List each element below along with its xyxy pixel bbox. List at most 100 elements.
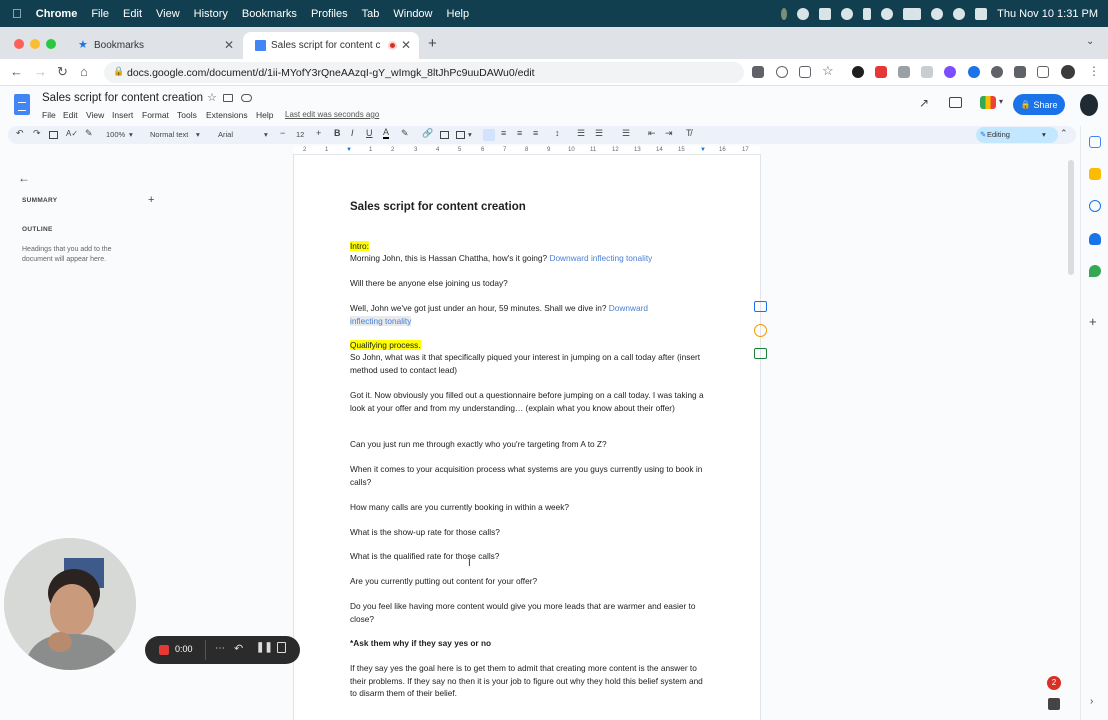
add-comment-icon[interactable] (754, 301, 767, 312)
google-docs-logo-icon[interactable] (14, 94, 30, 115)
underline-icon[interactable]: U (366, 128, 373, 138)
menu-tools[interactable]: Tools (177, 110, 197, 120)
activity-trend-icon[interactable]: ↗ (919, 96, 929, 110)
paragraph[interactable]: Will there be anyone else joining us tod… (350, 277, 710, 290)
pause-icon[interactable]: ❚❚ (256, 642, 273, 653)
contacts-icon[interactable] (1089, 233, 1101, 245)
menubar-bookmarks[interactable]: Bookmarks (242, 8, 297, 20)
tasks-icon[interactable] (1089, 200, 1101, 212)
intro-label[interactable]: Intro: (350, 241, 369, 251)
intro-label-line[interactable]: Intro: (350, 240, 710, 253)
account-avatar[interactable] (1080, 94, 1098, 116)
paragraph[interactable]: *Ask them why if they say yes or no (350, 637, 710, 650)
last-edit-link[interactable]: Last edit was seconds ago (285, 110, 379, 119)
apple-icon[interactable]:  (12, 6, 22, 21)
editing-mode-select[interactable]: ✎ Editing ▾ (976, 127, 1058, 143)
address-bar[interactable]: 🔒 docs.google.com/document/d/1ii-MYofY3r… (104, 62, 744, 83)
document-heading[interactable]: Sales script for content creation (350, 201, 710, 214)
record-icon[interactable] (797, 7, 810, 20)
menu-view[interactable]: View (86, 110, 104, 120)
paragraph-text[interactable]: Well, John we've got just under an hour,… (350, 303, 606, 313)
menubar-edit[interactable]: Edit (123, 8, 142, 20)
reading-list-icon[interactable] (1037, 66, 1049, 78)
close-tab-icon[interactable]: ✕ (224, 38, 234, 52)
code-extension-icon[interactable] (898, 66, 910, 78)
webcam-bubble[interactable] (4, 538, 136, 670)
add-summary-button[interactable]: + (148, 194, 154, 206)
paragraph[interactable]: Got it. Now obviously you filled out a q… (350, 389, 710, 414)
spellcheck-icon[interactable]: A✓ (66, 129, 78, 138)
extension-icon[interactable] (921, 66, 933, 78)
stop-recording-button[interactable] (159, 645, 169, 655)
paragraph-text[interactable]: Morning John, this is Hassan Chattha, ho… (350, 253, 547, 263)
indent-marker-icon[interactable]: ▼ (346, 147, 352, 153)
menu-format[interactable]: Format (142, 110, 169, 120)
document-page[interactable]: Sales script for content creation Intro:… (294, 155, 760, 720)
reload-button[interactable]: ↻ (57, 64, 68, 80)
align-justify-icon[interactable]: ≡ (533, 128, 538, 138)
cloud-status-icon[interactable] (241, 94, 252, 102)
hide-menus-chevron-icon[interactable]: ⌃ (1060, 128, 1068, 139)
italic-icon[interactable]: I (351, 128, 354, 138)
capcut-icon[interactable] (819, 7, 832, 20)
spotlight-search-icon[interactable] (953, 7, 966, 20)
close-outline-arrow-icon[interactable]: ← (18, 171, 30, 185)
redo-icon[interactable]: ↷ (33, 128, 41, 139)
style-chevron-icon[interactable]: ▾ (196, 130, 200, 139)
play-icon[interactable] (881, 7, 894, 20)
document-title[interactable]: Sales script for content creation (42, 92, 203, 104)
font-select[interactable]: Arial (218, 130, 233, 139)
move-folder-icon[interactable] (223, 94, 233, 102)
zoom-chevron-icon[interactable]: ▾ (129, 130, 133, 139)
menubar-view[interactable]: View (156, 8, 180, 20)
menubar-clock[interactable]: Thu Nov 10 1:31 PM (997, 8, 1098, 20)
calendar-icon[interactable] (1089, 136, 1101, 148)
gear-extension-icon[interactable] (944, 66, 956, 78)
insert-image-icon[interactable] (456, 131, 465, 139)
share-button[interactable]: 🔒 Share (1013, 94, 1065, 115)
undo-icon[interactable]: ↶ (16, 128, 24, 139)
profile-avatar[interactable] (1061, 65, 1075, 79)
back-button[interactable]: ← (10, 64, 23, 79)
paint-format-icon[interactable]: ✎ (85, 128, 93, 139)
checklist-icon[interactable]: ☰ (577, 128, 585, 139)
tab-search-chevron-icon[interactable]: ⌄ (1086, 36, 1094, 47)
menubar-history[interactable]: History (194, 8, 228, 20)
comments-icon[interactable] (949, 97, 962, 108)
clear-formatting-icon[interactable]: T̸ (686, 128, 692, 138)
increase-font-size-button[interactable]: + (316, 128, 321, 138)
paragraph[interactable]: Can you just run me through exactly who … (350, 438, 710, 451)
tonality-note[interactable]: Downward (609, 303, 648, 313)
font-size-input[interactable]: 12 (296, 130, 304, 139)
notification-badge[interactable]: 2 (1047, 676, 1061, 690)
show-side-panel-icon[interactable]: › (1090, 696, 1093, 707)
grammarly-icon[interactable] (841, 7, 854, 20)
control-center-icon[interactable] (975, 7, 988, 20)
decrease-font-size-button[interactable]: − (280, 128, 285, 138)
bulleted-list-icon[interactable]: ☰ (595, 128, 603, 139)
menubar-window[interactable]: Window (393, 8, 432, 20)
line-spacing-icon[interactable]: ↕ (555, 128, 560, 138)
paragraph[interactable]: Are you currently putting out content fo… (350, 575, 710, 588)
highlight-icon[interactable]: ✎ (401, 128, 409, 139)
close-tab-icon[interactable]: ✕ (401, 38, 411, 52)
align-center-icon[interactable]: ≡ (501, 128, 506, 138)
star-icon[interactable]: ☆ (207, 91, 217, 104)
menu-file[interactable]: File (42, 110, 56, 120)
align-left-icon[interactable] (483, 129, 495, 141)
paragraph[interactable]: If they say yes the goal here is to get … (350, 662, 710, 700)
suggest-edits-icon[interactable] (754, 348, 767, 359)
tonality-note[interactable]: Downward inflecting tonality (549, 253, 652, 263)
zoom-select[interactable]: 100% (106, 130, 125, 139)
paragraph[interactable]: When it comes to your acquisition proces… (350, 463, 710, 488)
print-icon[interactable] (49, 131, 58, 139)
window-minimize-button[interactable] (30, 39, 40, 49)
menubar-help[interactable]: Help (447, 8, 470, 20)
tab-bookmarks[interactable]: ★ Bookmarks ✕ (66, 32, 242, 59)
extension-icon[interactable] (968, 66, 980, 78)
lock-icon[interactable]: 🔒 (113, 66, 124, 77)
new-tab-button[interactable]: + (428, 35, 437, 52)
menu-edit[interactable]: Edit (63, 110, 78, 120)
numbered-list-icon[interactable]: ☰ (622, 128, 630, 139)
paragraph[interactable]: What is the qualified rate for those cal… (350, 550, 710, 563)
